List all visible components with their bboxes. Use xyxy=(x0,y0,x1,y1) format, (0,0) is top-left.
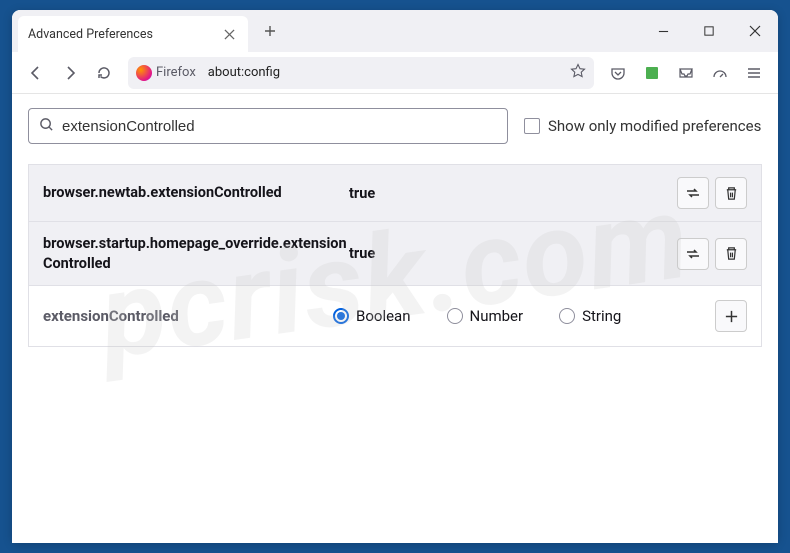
address-bar[interactable]: Firefox about:config xyxy=(128,57,594,89)
delete-button[interactable] xyxy=(715,177,747,209)
radio-boolean[interactable]: Boolean xyxy=(333,307,411,325)
back-button[interactable] xyxy=(20,57,52,89)
minimize-button[interactable] xyxy=(640,10,686,52)
radio-label: Boolean xyxy=(356,307,411,325)
title-bar: Advanced Preferences xyxy=(12,10,778,52)
radio-string[interactable]: String xyxy=(559,307,621,325)
modified-only-label: Show only modified preferences xyxy=(548,117,761,135)
tab-title: Advanced Preferences xyxy=(28,27,220,42)
search-input[interactable] xyxy=(62,118,497,135)
preference-value: true xyxy=(349,185,671,202)
pocket-button[interactable] xyxy=(602,57,634,89)
about-config-content: Show only modified preferences browser.n… xyxy=(12,94,778,543)
modified-only-toggle[interactable]: Show only modified preferences xyxy=(524,117,761,135)
delete-button[interactable] xyxy=(715,238,747,270)
add-button[interactable] xyxy=(715,300,747,332)
navigation-toolbar: Firefox about:config xyxy=(12,52,778,94)
preference-row[interactable]: browser.newtab.extensionControlled true xyxy=(29,165,761,221)
search-box[interactable] xyxy=(28,108,508,144)
search-icon xyxy=(39,117,54,136)
radio-label: String xyxy=(582,307,621,325)
preference-value: true xyxy=(349,245,671,262)
urlbar-identity-label: Firefox xyxy=(156,65,196,80)
extension-icon[interactable] xyxy=(636,57,668,89)
close-tab-icon[interactable] xyxy=(220,25,238,43)
type-radio-group: Boolean Number String xyxy=(333,307,709,325)
preference-name: browser.newtab.extensionControlled xyxy=(43,183,349,203)
close-window-button[interactable] xyxy=(732,10,778,52)
preferences-table: browser.newtab.extensionControlled true … xyxy=(28,164,762,286)
radio-icon[interactable] xyxy=(559,308,575,324)
radio-number[interactable]: Number xyxy=(447,307,524,325)
new-tab-button[interactable] xyxy=(256,17,284,45)
preference-name: browser.startup.homepage_override.extens… xyxy=(43,234,349,273)
firefox-icon xyxy=(136,65,152,81)
radio-label: Number xyxy=(470,307,524,325)
toggle-button[interactable] xyxy=(677,177,709,209)
browser-window: Advanced Preferences Fi xyxy=(12,10,778,543)
new-preference-name: extensionControlled xyxy=(43,307,333,325)
gauge-icon[interactable] xyxy=(704,57,736,89)
bookmark-star-icon[interactable] xyxy=(570,63,586,83)
radio-icon[interactable] xyxy=(447,308,463,324)
urlbar-url: about:config xyxy=(208,65,566,80)
toggle-button[interactable] xyxy=(677,238,709,270)
radio-icon[interactable] xyxy=(333,308,349,324)
app-menu-button[interactable] xyxy=(738,57,770,89)
browser-tab[interactable]: Advanced Preferences xyxy=(18,16,248,52)
search-row: Show only modified preferences xyxy=(28,108,762,144)
preference-row[interactable]: browser.startup.homepage_override.extens… xyxy=(29,221,761,285)
forward-button[interactable] xyxy=(54,57,86,89)
new-preference-row: extensionControlled Boolean Number Strin… xyxy=(28,286,762,347)
inbox-icon[interactable] xyxy=(670,57,702,89)
checkbox-icon[interactable] xyxy=(524,118,540,134)
reload-button[interactable] xyxy=(88,57,120,89)
maximize-button[interactable] xyxy=(686,10,732,52)
